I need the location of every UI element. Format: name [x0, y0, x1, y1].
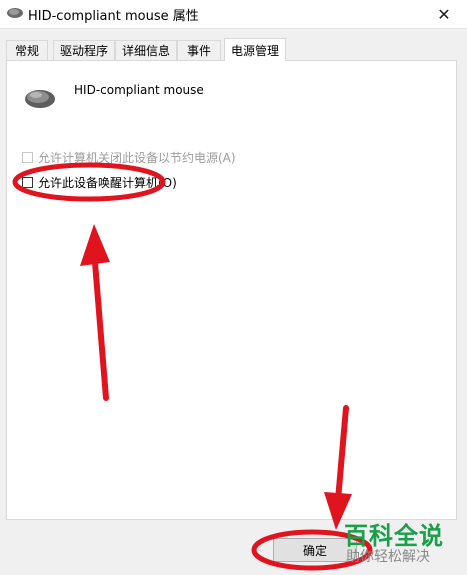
- highlight-ellipse-wake: [12, 162, 166, 202]
- tab-power-management[interactable]: 电源管理: [224, 38, 286, 61]
- watermark: 百科全说 助你轻松解决: [336, 514, 460, 570]
- annotation-overlay: [12, 162, 373, 571]
- arrow-shaft-right: [335, 405, 349, 503]
- watermark-subtitle: 助你轻松解决: [346, 549, 430, 565]
- arrow-shaft-left: [91, 247, 109, 401]
- arrow-head-left: [80, 224, 110, 266]
